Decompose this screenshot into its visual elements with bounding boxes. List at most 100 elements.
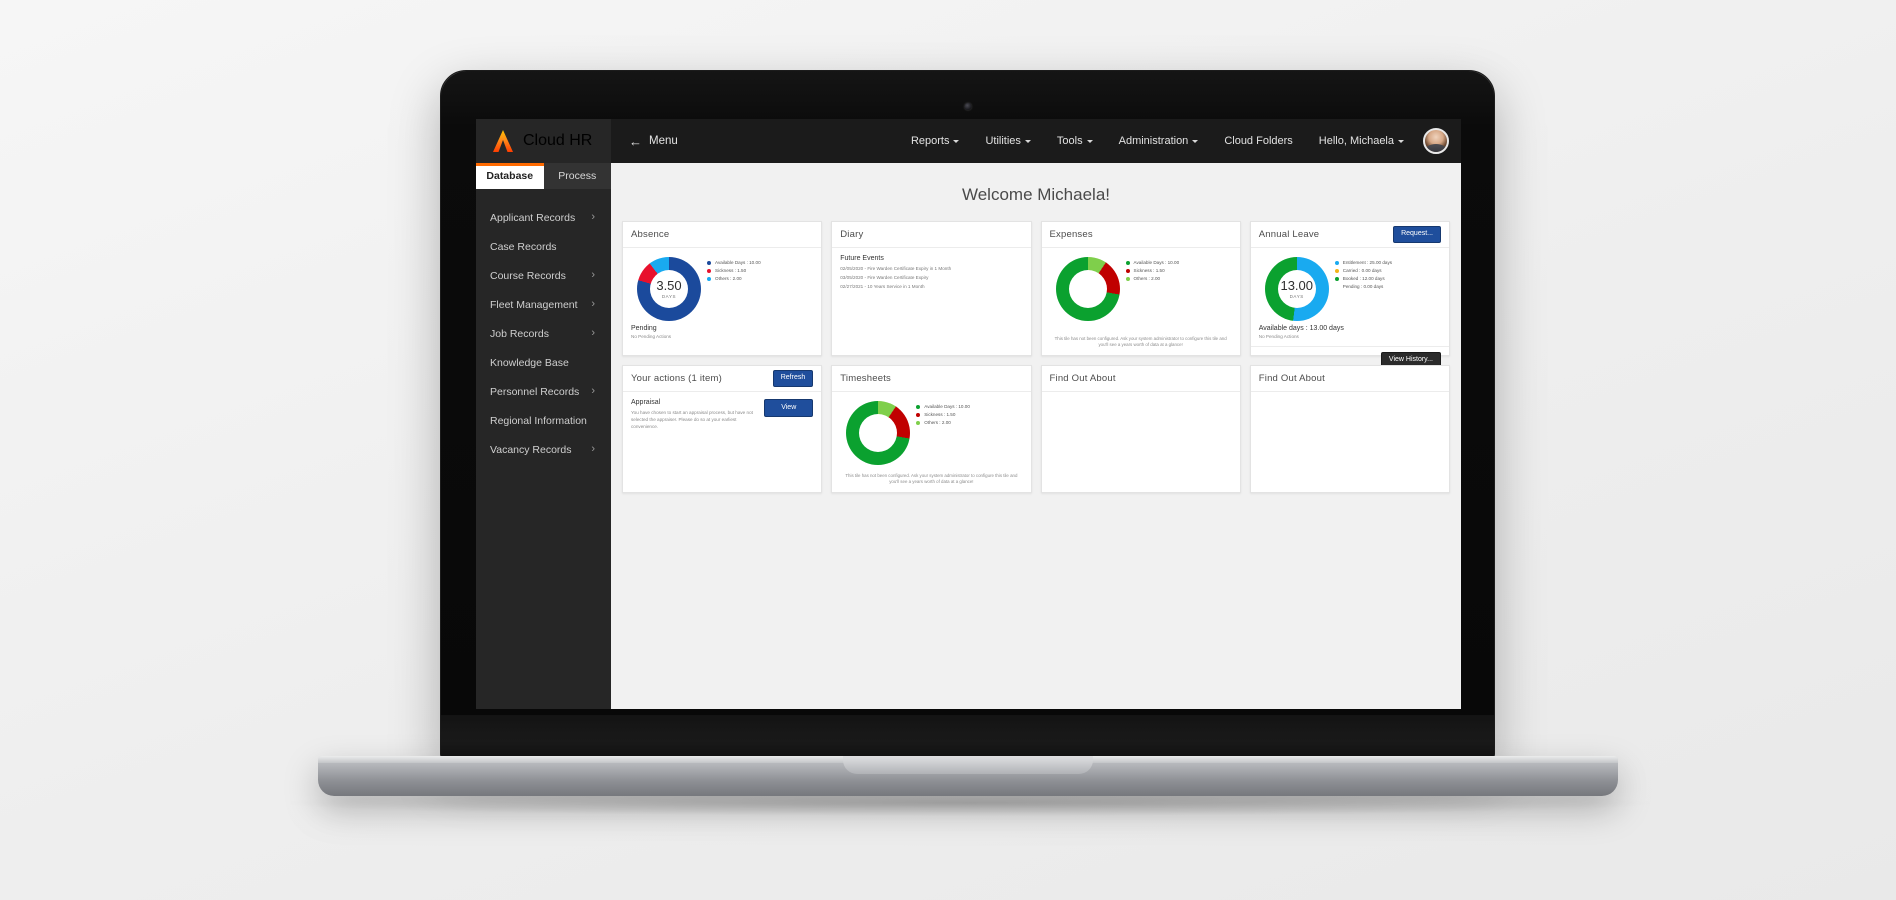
nav-item-label: Tools xyxy=(1056,135,1083,147)
absence-pending-note: No Pending Actions xyxy=(631,334,672,339)
nav-item-administration[interactable]: Administration xyxy=(1106,119,1212,163)
donut-ring xyxy=(846,401,911,465)
nav-item-tools[interactable]: Tools xyxy=(1044,119,1106,163)
top-navigation-bar: Cloud HR ← Menu Reports Utilities Tools … xyxy=(476,119,1461,163)
cloud-hr-app: Cloud HR ← Menu Reports Utilities Tools … xyxy=(476,119,1461,709)
donut-ring xyxy=(1055,257,1120,321)
brand-name: Cloud HR xyxy=(523,132,593,149)
avatar[interactable] xyxy=(1423,128,1449,154)
legend-label: Sickness : 1.50 xyxy=(715,268,747,273)
sidebar-item-job-records[interactable]: Job Records › xyxy=(476,319,611,348)
absence-pending-title: Pending xyxy=(631,325,657,332)
timesheets-chart-row: Available Days : 10.00 Sickness : 1.50 O… xyxy=(840,399,1022,465)
absence-value: 3.50 xyxy=(656,278,682,293)
sidebar-tabs: Database Process xyxy=(476,163,611,189)
legend-color-dot xyxy=(1125,260,1130,265)
diary-event[interactable]: 02/27/2021 - 10 Years Service in 1 Month xyxy=(840,284,1022,289)
view-button[interactable]: View xyxy=(764,399,814,418)
diary-event[interactable]: 03/05/2020 - Fire Warden Certificate Exp… xyxy=(840,275,1022,280)
expenses-chart-row: Available Days : 10.00 Sickness : 1.50 O… xyxy=(1050,255,1232,321)
annual-leave-legend: Entitlement : 25.00 days Carried : 0.00 … xyxy=(1334,255,1441,292)
nav-item-reports[interactable]: Reports xyxy=(898,119,973,163)
legend-item: Carried : 0.00 days xyxy=(1334,268,1441,273)
laptop-screen: Cloud HR ← Menu Reports Utilities Tools … xyxy=(476,119,1461,709)
expenses-donut-chart[interactable] xyxy=(1055,257,1120,321)
timesheets-donut-chart[interactable] xyxy=(846,401,911,465)
annual-leave-chart-row: 13.00 DAYS Entitlement : 25.00 days Carr… xyxy=(1259,255,1441,321)
sidebar-item-personnel-records[interactable]: Personnel Records › xyxy=(476,377,611,406)
sidebar-item-applicant-records[interactable]: Applicant Records › xyxy=(476,203,611,232)
menu-toggle-label: Menu xyxy=(649,135,678,147)
nav-item-label: Hello, Michaela xyxy=(1318,135,1394,147)
legend-color-dot xyxy=(1125,276,1130,281)
request-button[interactable]: Request... xyxy=(1393,226,1441,243)
legend-color-dot xyxy=(1334,268,1339,273)
peak-logo-icon xyxy=(493,130,513,152)
sidebar-item-label: Case Records xyxy=(490,240,557,253)
legend-item: Booked : 12.00 days xyxy=(1334,276,1441,281)
sidebar: Database Process Applicant Records › Cas… xyxy=(476,163,611,709)
legend-label: Carried : 0.00 days xyxy=(1342,268,1382,273)
legend-label: Others : 2.00 xyxy=(1133,276,1161,281)
webcam-icon xyxy=(964,103,971,110)
brand-logo[interactable]: Cloud HR xyxy=(476,119,611,163)
absence-donut-chart[interactable]: 3.50 DAYS xyxy=(637,257,701,321)
tab-database[interactable]: Database xyxy=(476,163,544,189)
chevron-down-icon xyxy=(953,139,960,143)
tab-process[interactable]: Process xyxy=(543,163,611,189)
nav-item-utilities[interactable]: Utilities xyxy=(972,119,1043,163)
card-body: Appraisal You have chosen to start an ap… xyxy=(623,392,821,492)
card-absence: Absence 3.50 DAYS Available Days: 10.00… xyxy=(622,221,823,356)
legend-label: Booked : 12.00 days xyxy=(1342,276,1385,281)
sidebar-item-label: Applicant Records xyxy=(490,211,576,224)
sidebar-item-vacancy-records[interactable]: Vacancy Records › xyxy=(476,435,611,464)
legend-item: Entitlement : 25.00 days xyxy=(1334,260,1441,265)
legend-label: Sickness : 1.50 xyxy=(1133,268,1165,273)
sidebar-item-case-records[interactable]: Case Records xyxy=(476,232,611,261)
sidebar-item-label: Vacancy Records xyxy=(490,443,572,456)
sidebar-item-knowledge-base[interactable]: Knowledge Base xyxy=(476,348,611,377)
card-diary: Diary Future Events 02/05/2020 - Fire Wa… xyxy=(831,221,1032,356)
nav-items-group: Reports Utilities Tools Administration C… xyxy=(898,119,1461,163)
chevron-right-icon: › xyxy=(591,327,595,339)
legend-color-dot xyxy=(1334,260,1339,265)
card-title: Absence xyxy=(631,229,670,240)
legend-label: Others : 2.00 xyxy=(715,276,742,281)
sidebar-item-fleet-management[interactable]: Fleet Management › xyxy=(476,290,611,319)
annual-leave-value: 13.00 xyxy=(1280,278,1314,293)
diary-event[interactable]: 02/05/2020 - Fire Warden Certificate Exp… xyxy=(840,266,1022,271)
app-body: Database Process Applicant Records › Cas… xyxy=(476,163,1461,709)
nav-item-user-menu[interactable]: Hello, Michaela xyxy=(1306,119,1417,163)
legend-color-dot xyxy=(707,268,711,273)
card-body: Available Days : 10.00 Sickness : 1.50 O… xyxy=(1042,248,1240,355)
sidebar-menu-list: Applicant Records › Case Records Course … xyxy=(476,189,611,464)
card-title: Timesheets xyxy=(840,373,891,384)
legend-item: Others : 2.00 xyxy=(916,420,1022,425)
card-body: Available Days : 10.00 Sickness : 1.50 O… xyxy=(832,392,1030,492)
card-header: Annual Leave Request... xyxy=(1250,222,1449,248)
page-title: Welcome Michaela! xyxy=(611,163,1461,221)
sidebar-item-course-records[interactable]: Course Records › xyxy=(476,261,611,290)
diary-section-title: Future Events xyxy=(840,255,884,262)
legend-label: Available Days : 10.00 xyxy=(924,404,970,409)
card-expenses: Expenses Available Days: 10.00 Sickness… xyxy=(1040,221,1241,356)
chevron-right-icon: › xyxy=(591,443,595,455)
chevron-down-icon xyxy=(1192,139,1199,143)
legend-color-dot xyxy=(1334,276,1339,281)
chevron-right-icon: › xyxy=(591,298,595,310)
sidebar-item-label: Job Records xyxy=(490,327,549,340)
chevron-down-icon xyxy=(1398,139,1404,143)
menu-toggle-button[interactable]: ← Menu xyxy=(611,119,696,163)
annual-leave-available: Available days : 13.00 days xyxy=(1258,325,1344,332)
sidebar-item-regional-information[interactable]: Regional Information xyxy=(476,406,611,435)
legend-color-dot xyxy=(916,404,921,409)
card-find-out-about-2: Find Out About xyxy=(1249,365,1450,493)
card-header: Timesheets xyxy=(832,366,1031,392)
nav-item-cloud-folders[interactable]: Cloud Folders xyxy=(1211,119,1305,163)
refresh-button[interactable]: Refresh xyxy=(772,370,814,387)
legend-item: Others : 2.00 xyxy=(1125,276,1232,281)
card-timesheets: Timesheets Available Days: 10.00 Sickne… xyxy=(831,365,1032,493)
legend-color-dot xyxy=(707,260,711,265)
laptop-chin xyxy=(441,715,1494,759)
annual-leave-donut-chart[interactable]: 13.00 DAYS xyxy=(1264,257,1329,321)
